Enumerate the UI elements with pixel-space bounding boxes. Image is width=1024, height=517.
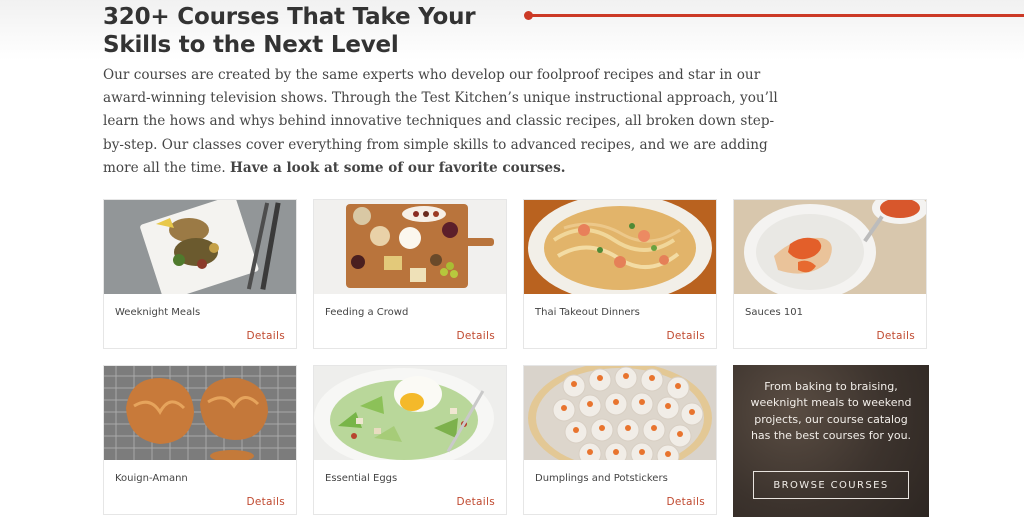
course-card-weeknight-meals[interactable]: Weeknight Meals Details — [103, 199, 297, 349]
details-link[interactable]: Details — [666, 496, 705, 508]
course-title: Kouign-Amann — [115, 473, 188, 484]
page-title: 320+ Courses That Take Your Skills to th… — [103, 4, 476, 58]
details-link[interactable]: Details — [456, 330, 495, 342]
details-link[interactable]: Details — [246, 330, 285, 342]
course-image-thai-takeout-dinners — [524, 200, 716, 294]
details-link[interactable]: Details — [246, 496, 285, 508]
course-image-dumplings-and-potstickers — [524, 366, 716, 460]
browse-courses-promo: From baking to braising, weeknight meals… — [733, 365, 929, 517]
course-card-feeding-a-crowd[interactable]: Feeding a Crowd Details — [313, 199, 507, 349]
course-image-essential-eggs — [314, 366, 506, 460]
browse-courses-button[interactable]: BROWSE COURSES — [753, 471, 909, 499]
intro-bold-text: Have a look at some of our favorite cour… — [230, 159, 566, 176]
course-image-sauces-101 — [734, 200, 926, 294]
course-card-dumplings-and-potstickers[interactable]: Dumplings and Potstickers Details — [523, 365, 717, 515]
accent-dot — [524, 11, 533, 20]
details-link[interactable]: Details — [456, 496, 495, 508]
details-link[interactable]: Details — [666, 330, 705, 342]
course-card-essential-eggs[interactable]: Essential Eggs Details — [313, 365, 507, 515]
course-title: Sauces 101 — [745, 307, 803, 318]
course-image-kouign-amann — [104, 366, 296, 460]
course-title: Dumplings and Potstickers — [535, 473, 668, 484]
details-link[interactable]: Details — [876, 330, 915, 342]
course-card-thai-takeout-dinners[interactable]: Thai Takeout Dinners Details — [523, 199, 717, 349]
course-title: Essential Eggs — [325, 473, 398, 484]
course-title: Weeknight Meals — [115, 307, 201, 318]
course-title: Thai Takeout Dinners — [535, 307, 640, 318]
course-title: Feeding a Crowd — [325, 307, 409, 318]
intro-paragraph: Our courses are created by the same expe… — [103, 64, 793, 180]
course-image-weeknight-meals — [104, 200, 296, 294]
accent-line — [527, 14, 1024, 17]
course-card-kouign-amann[interactable]: Kouign-Amann Details — [103, 365, 297, 515]
course-card-sauces-101[interactable]: Sauces 101 Details — [733, 199, 927, 349]
promo-text: From baking to braising, weeknight meals… — [750, 380, 912, 443]
course-image-feeding-a-crowd — [314, 200, 506, 294]
